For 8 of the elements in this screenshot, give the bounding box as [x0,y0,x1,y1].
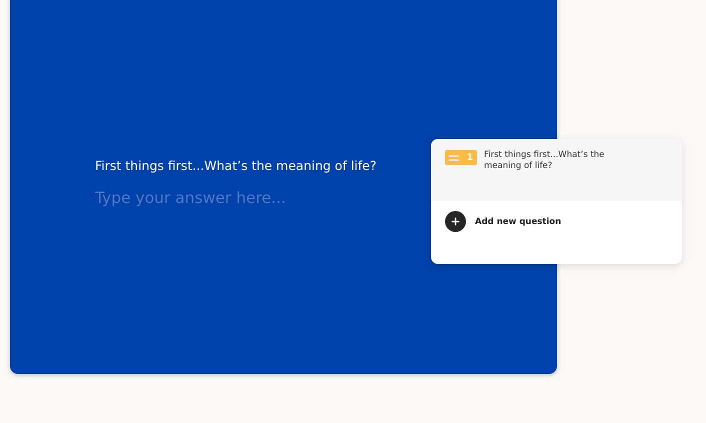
question-text: First things first...What’s the meaning of life? [95,158,378,172]
question-item[interactable]: 1 First things first...What’s the meaning of life? [431,139,682,201]
question-badge: 1 [445,150,477,165]
plus-icon [445,211,466,232]
question-title: First things first...What’s the meaning of life? [484,150,606,173]
add-question-button[interactable]: Add new question [431,201,576,242]
short-text-icon [449,154,459,160]
answer-field[interactable]: Type your answer here... [95,188,375,206]
